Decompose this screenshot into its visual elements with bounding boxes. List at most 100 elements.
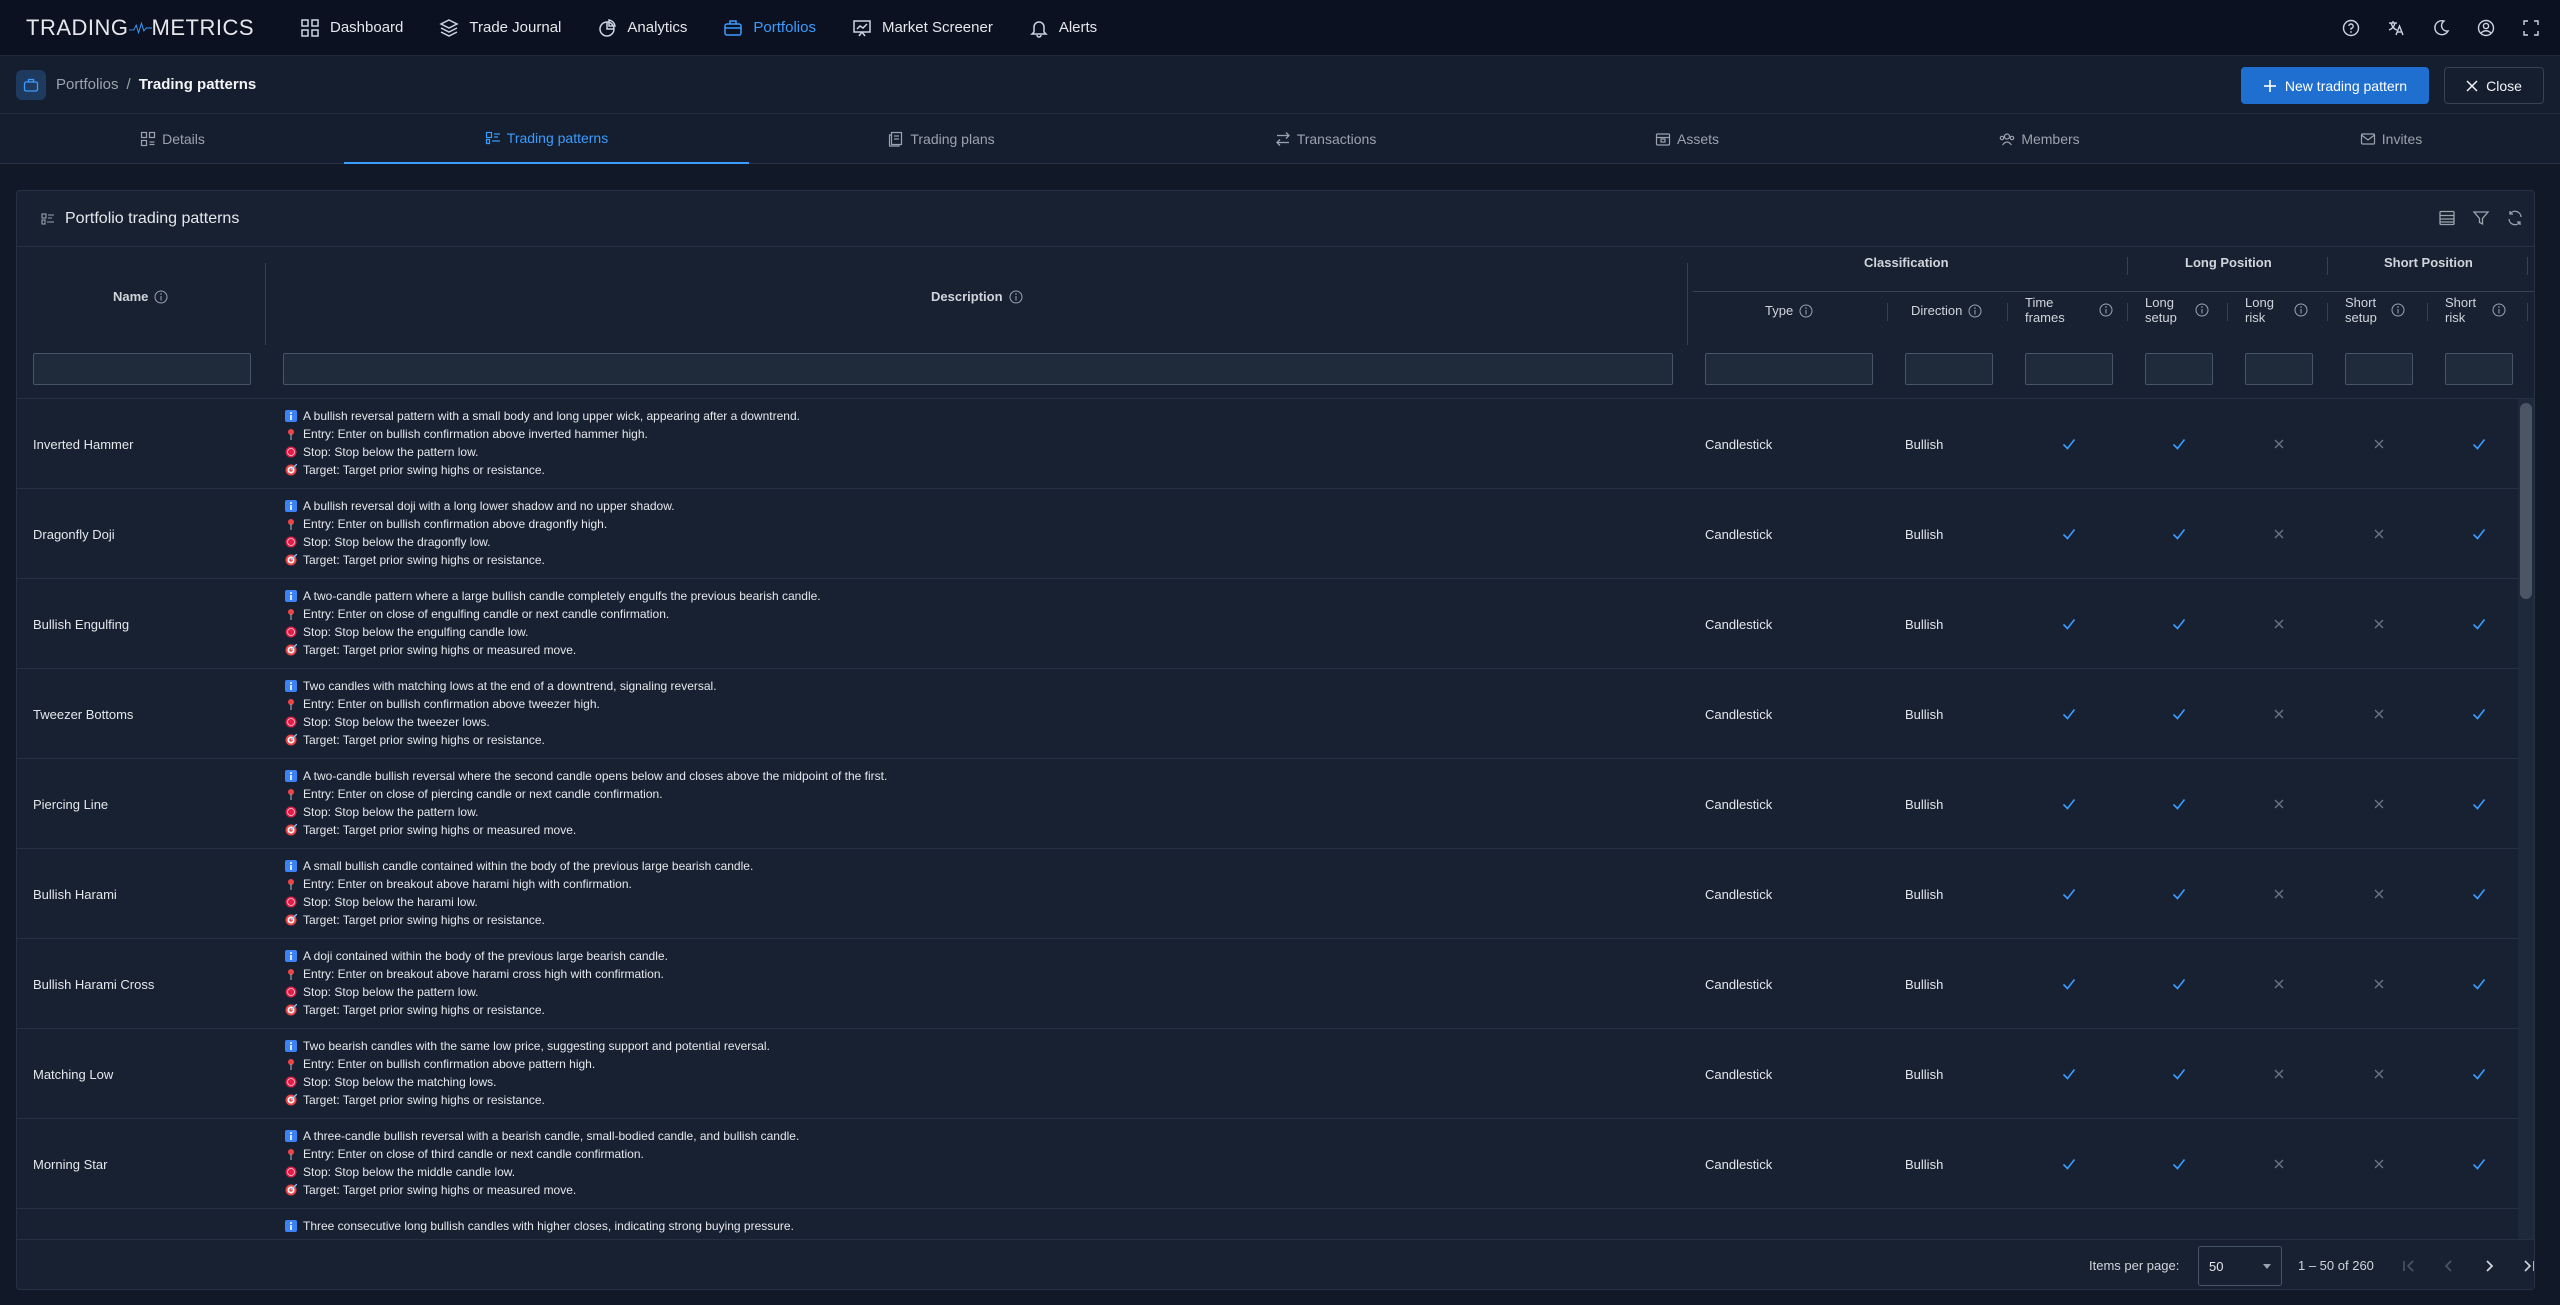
pattern-description: Two candles with matching lows at the en… xyxy=(285,677,717,749)
filter-description-input[interactable] xyxy=(283,353,1673,385)
info-icon[interactable] xyxy=(2099,303,2113,317)
close-button[interactable]: Close xyxy=(2444,67,2544,104)
first-page-icon[interactable] xyxy=(2399,1256,2419,1276)
column-header-type[interactable]: Type xyxy=(1765,303,1813,318)
tab-trading-patterns[interactable]: Trading patterns xyxy=(344,114,749,164)
table-row[interactable]: Piercing Line A two-candle bullish revers… xyxy=(17,759,2519,849)
table-row[interactable]: Bullish Harami Cross A doji contained wit… xyxy=(17,939,2519,1029)
description-text: Entry: Enter on close of engulfing candl… xyxy=(303,607,670,621)
column-divider xyxy=(2327,303,2328,321)
group-label: Short Position xyxy=(2384,255,2473,270)
description-line: Two bearish candles with the same low pr… xyxy=(285,1037,770,1055)
help-icon[interactable] xyxy=(2342,19,2360,37)
nav-market-screener[interactable]: Market Screener xyxy=(834,0,1011,56)
info-icon xyxy=(285,860,297,872)
table-row[interactable]: Tweezer Bottoms Two candles with matching… xyxy=(17,669,2519,759)
cross-icon xyxy=(2274,1069,2284,1079)
items-per-page-select[interactable]: 50 xyxy=(2198,1246,2282,1286)
filter-short-risk-input[interactable] xyxy=(2445,353,2513,385)
info-icon[interactable] xyxy=(1799,304,1813,318)
info-icon[interactable] xyxy=(2391,303,2405,317)
target-icon xyxy=(285,734,297,746)
pin-icon xyxy=(288,519,294,530)
table-row[interactable]: Morning Star A three-candle bullish rever… xyxy=(17,1119,2519,1209)
items-per-page-label: Items per page: xyxy=(2089,1258,2180,1273)
pattern-type: Candlestick xyxy=(1705,706,1773,722)
column-header-short-risk[interactable]: Short risk xyxy=(2445,295,2506,325)
tab-transactions[interactable]: Transactions xyxy=(1134,114,1517,164)
stop-icon xyxy=(285,1166,297,1178)
brand-logo[interactable]: TRADING METRICS xyxy=(26,14,254,42)
translate-icon[interactable] xyxy=(2387,19,2405,37)
table-row[interactable]: Bullish Engulfing A two-candle pattern wh… xyxy=(17,579,2519,669)
breadcrumb-portfolios[interactable]: Portfolios xyxy=(56,76,119,93)
nav-dashboard[interactable]: Dashboard xyxy=(282,0,421,56)
info-icon[interactable] xyxy=(1968,304,1982,318)
column-header-long-setup[interactable]: Long setup xyxy=(2145,295,2209,325)
nav-portfolios[interactable]: Portfolios xyxy=(705,0,834,56)
description-text: Entry: Enter on close of piercing candle… xyxy=(303,787,663,801)
info-icon[interactable] xyxy=(1009,290,1023,304)
table-row[interactable]: Bullish Harami A small bullish candle con… xyxy=(17,849,2519,939)
table-row[interactable]: Three consecutive long bullish candles w… xyxy=(17,1209,2519,1239)
assets-icon xyxy=(1655,133,1671,146)
column-label-line2: setup xyxy=(2145,310,2177,325)
description-text: Target: Target prior swing highs or resi… xyxy=(303,733,545,747)
scrollbar-thumb[interactable] xyxy=(2520,403,2532,599)
pattern-description: A small bullish candle contained within … xyxy=(285,857,753,929)
description-line: Entry: Enter on bullish confirmation abo… xyxy=(285,1055,770,1073)
description-line: Stop: Stop below the middle candle low. xyxy=(285,1163,799,1181)
filter-time-frames-input[interactable] xyxy=(2025,353,2113,385)
previous-page-icon[interactable] xyxy=(2439,1256,2459,1276)
column-header-time-frames[interactable]: Time frames xyxy=(2025,295,2113,325)
description-text: Entry: Enter on bullish confirmation abo… xyxy=(303,517,608,531)
tab-invites[interactable]: Invites xyxy=(2222,114,2560,164)
table-row[interactable]: Inverted Hammer A bullish reversal patter… xyxy=(17,399,2519,489)
info-icon[interactable] xyxy=(2195,303,2209,317)
info-icon[interactable] xyxy=(154,290,168,304)
tab-assets[interactable]: Assets xyxy=(1517,114,1857,164)
columns-icon[interactable] xyxy=(2438,209,2456,227)
tab-members[interactable]: Members xyxy=(1857,114,2222,164)
pattern-type: Candlestick xyxy=(1705,796,1773,812)
new-trading-pattern-button[interactable]: New trading pattern xyxy=(2241,67,2429,104)
column-header-short-setup[interactable]: Short setup xyxy=(2345,295,2405,325)
fullscreen-icon[interactable] xyxy=(2522,19,2540,37)
nav-alerts[interactable]: Alerts xyxy=(1011,0,1115,56)
description-line: Stop: Stop below the pattern low. xyxy=(285,983,668,1001)
description-line: Two candles with matching lows at the en… xyxy=(285,677,717,695)
next-page-icon[interactable] xyxy=(2479,1256,2499,1276)
filter-long-risk-input[interactable] xyxy=(2245,353,2313,385)
column-header-direction[interactable]: Direction xyxy=(1911,303,1982,318)
account-icon[interactable] xyxy=(2477,19,2495,37)
filter-icon[interactable] xyxy=(2472,209,2490,227)
column-header-long-risk[interactable]: Long risk xyxy=(2245,295,2308,325)
table-row[interactable]: Dragonfly Doji A bullish reversal doji wi… xyxy=(17,489,2519,579)
description-line: A bullish reversal pattern with a small … xyxy=(285,407,800,425)
table-row[interactable]: Matching Low Two bearish candles with the… xyxy=(17,1029,2519,1119)
pin-icon xyxy=(288,879,294,890)
tab-trading-plans[interactable]: Trading plans xyxy=(749,114,1134,164)
filter-name-input[interactable] xyxy=(33,353,251,385)
info-icon[interactable] xyxy=(2492,303,2506,317)
description-line: Entry: Enter on bullish confirmation abo… xyxy=(285,515,675,533)
invite-icon xyxy=(2360,133,2375,145)
nav-trade-journal[interactable]: Trade Journal xyxy=(421,0,579,56)
tab-details[interactable]: Details xyxy=(0,114,345,164)
last-page-icon[interactable] xyxy=(2519,1256,2535,1276)
description-line: Three consecutive long bullish candles w… xyxy=(285,1217,794,1235)
dark-mode-icon[interactable] xyxy=(2432,19,2450,37)
group-divider xyxy=(2527,257,2528,275)
refresh-icon[interactable] xyxy=(2506,209,2524,227)
column-header-description[interactable]: Description xyxy=(931,289,1023,304)
check-icon xyxy=(2062,1069,2076,1080)
group-label: Classification xyxy=(1864,255,1949,270)
info-icon[interactable] xyxy=(2294,303,2308,317)
filter-short-setup-input[interactable] xyxy=(2345,353,2413,385)
pattern-name: Bullish Engulfing xyxy=(33,616,130,632)
filter-long-setup-input[interactable] xyxy=(2145,353,2213,385)
column-header-name[interactable]: Name xyxy=(113,289,168,304)
nav-analytics[interactable]: Analytics xyxy=(579,0,705,56)
filter-direction-input[interactable] xyxy=(1905,353,1993,385)
filter-type-input[interactable] xyxy=(1705,353,1873,385)
